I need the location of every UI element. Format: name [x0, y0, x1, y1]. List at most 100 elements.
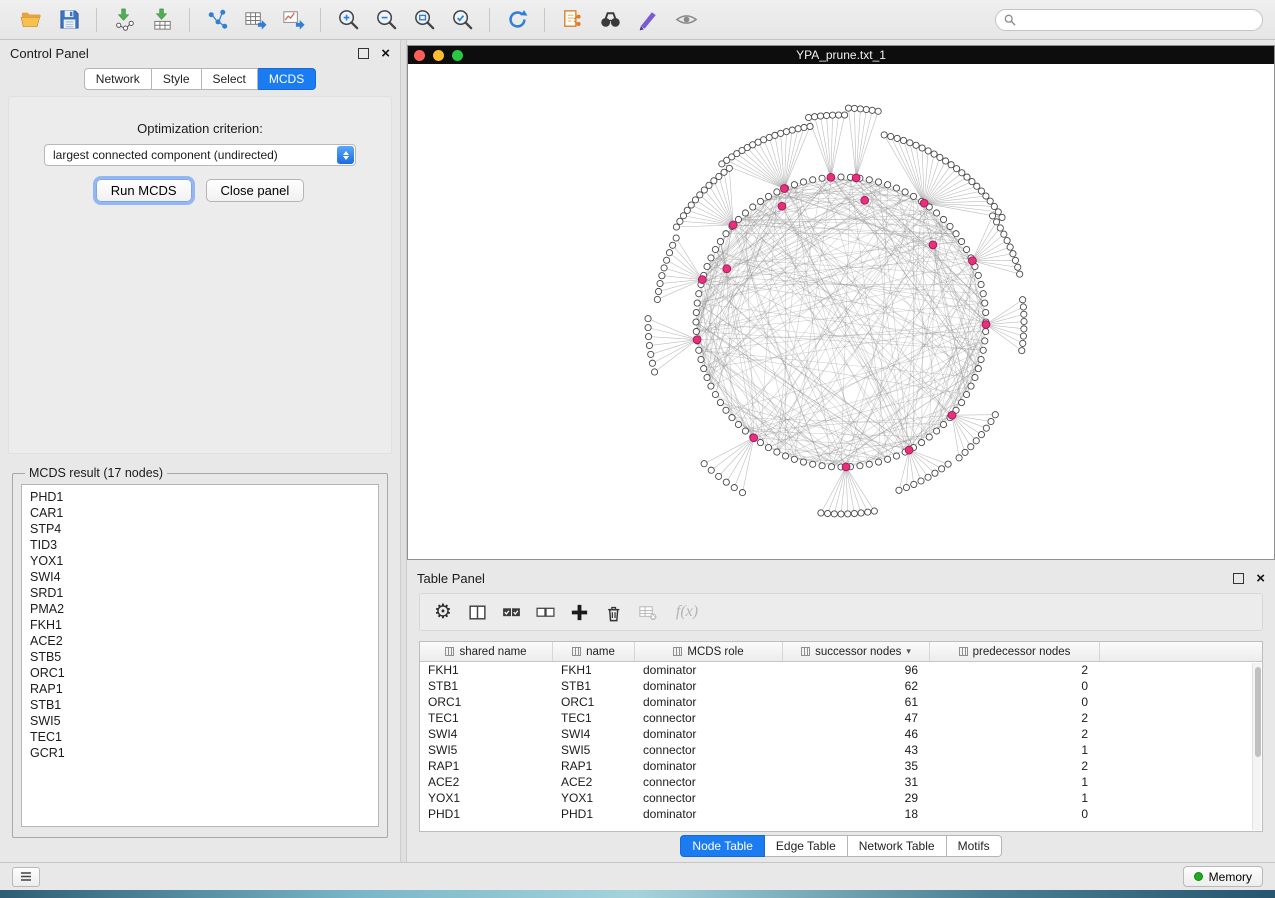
table-cell: connector	[635, 790, 783, 806]
mcds-result-item[interactable]: STP4	[30, 521, 370, 537]
column-label: name	[586, 646, 615, 658]
float-table-panel-button[interactable]	[1233, 573, 1244, 584]
table-scrollbar[interactable]	[1252, 663, 1261, 830]
close-table-panel-button[interactable]: ×	[1256, 573, 1265, 584]
mcds-result-list[interactable]: PHD1CAR1STP4TID3YOX1SWI4SRD1PMA2FKH1ACE2…	[21, 484, 379, 827]
function-builder-button[interactable]: f(x)	[666, 597, 708, 627]
table-row[interactable]: SWI4SWI4dominator462	[420, 726, 1262, 742]
function-builder-icon: f(x)	[676, 603, 698, 621]
maximize-window-button[interactable]	[452, 50, 463, 61]
network-canvas[interactable]	[408, 64, 1274, 559]
table-row[interactable]: TEC1TEC1connector472	[420, 710, 1262, 726]
table-cell: YOX1	[553, 790, 635, 806]
tab-select[interactable]: Select	[202, 68, 258, 90]
criterion-dropdown[interactable]: largest connected component (undirected)	[44, 144, 356, 166]
table-settings-button[interactable]: ⚙	[428, 597, 458, 627]
mcds-result-item[interactable]: ACE2	[30, 633, 370, 649]
export-network-button[interactable]	[201, 4, 233, 36]
column-header[interactable]: successor nodes▾	[783, 642, 930, 661]
panel-splitter[interactable]	[400, 40, 407, 862]
table-row[interactable]: SWI5SWI5connector431	[420, 742, 1262, 758]
column-header[interactable]: predecessor nodes	[930, 642, 1100, 661]
create-column-button[interactable]	[564, 597, 594, 627]
table-scrollbar-thumb[interactable]	[1255, 667, 1261, 757]
tab-node-table[interactable]: Node Table	[680, 835, 765, 857]
table-row[interactable]: YOX1YOX1connector291	[420, 790, 1262, 806]
column-label: predecessor nodes	[973, 646, 1071, 658]
mcds-result-item[interactable]: YOX1	[30, 553, 370, 569]
zoom-fit-button[interactable]	[408, 4, 440, 36]
mcds-result-item[interactable]: TID3	[30, 537, 370, 553]
clear-table-button[interactable]	[632, 597, 662, 627]
open-session-button[interactable]	[15, 4, 47, 36]
table-row[interactable]: ORC1ORC1dominator610	[420, 694, 1262, 710]
zoom-in-button[interactable]	[332, 4, 364, 36]
close-window-button[interactable]	[414, 50, 425, 61]
table-row[interactable]: RAP1RAP1dominator352	[420, 758, 1262, 774]
mcds-result-item[interactable]: PMA2	[30, 601, 370, 617]
export-table-button[interactable]	[239, 4, 271, 36]
deselect-all-button[interactable]	[530, 597, 560, 627]
table-row[interactable]: FKH1FKH1dominator962	[420, 662, 1262, 678]
run-mcds-button[interactable]: Run MCDS	[96, 179, 192, 202]
search-input[interactable]	[1022, 13, 1254, 27]
mcds-result-item[interactable]: FKH1	[30, 617, 370, 633]
tab-edge-table[interactable]: Edge Table	[765, 835, 848, 857]
float-panel-button[interactable]	[358, 48, 369, 59]
import-table-button[interactable]	[146, 4, 178, 36]
close-panel-button[interactable]: ×	[381, 48, 390, 59]
table-cell: 61	[783, 694, 930, 710]
show-graphics-button[interactable]	[670, 4, 702, 36]
mcds-result-item[interactable]: PHD1	[30, 489, 370, 505]
column-header[interactable]: shared name	[420, 642, 553, 661]
import-table-icon	[150, 7, 175, 32]
mcds-result-item[interactable]: SRD1	[30, 585, 370, 601]
delete-column-button[interactable]	[598, 597, 628, 627]
zoom-out-button[interactable]	[370, 4, 402, 36]
column-grid-icon	[673, 647, 682, 656]
mcds-result-item[interactable]: GCR1	[30, 745, 370, 761]
table-row[interactable]: STB1STB1dominator620	[420, 678, 1262, 694]
table-row[interactable]: ACE2ACE2connector311	[420, 774, 1262, 790]
zoom-in-icon	[336, 7, 361, 32]
save-session-button[interactable]	[53, 4, 85, 36]
memory-button[interactable]: Memory	[1183, 866, 1263, 887]
mcds-result-item[interactable]: RAP1	[30, 681, 370, 697]
tab-network[interactable]: Network	[84, 68, 152, 90]
import-network-button[interactable]	[108, 4, 140, 36]
network-window-titlebar[interactable]: YPA_prune.txt_1	[408, 46, 1274, 64]
node-table-header: shared name name MCDS rolesuccessor nodes▾…	[420, 642, 1262, 662]
table-row[interactable]: PHD1PHD1dominator180	[420, 806, 1262, 822]
column-header[interactable]: MCDS role	[635, 642, 783, 661]
mcds-result-item[interactable]: STB1	[30, 697, 370, 713]
mcds-result-item[interactable]: SWI5	[30, 713, 370, 729]
refresh-view-button[interactable]	[501, 4, 533, 36]
column-header[interactable]: name	[553, 642, 635, 661]
minimize-window-button[interactable]	[433, 50, 444, 61]
apply-style-button[interactable]	[632, 4, 664, 36]
export-document-button[interactable]	[556, 4, 588, 36]
status-menu-button[interactable]	[12, 867, 40, 887]
sort-indicator-icon[interactable]: ▾	[906, 646, 911, 657]
close-mcds-panel-button[interactable]: Close panel	[206, 179, 305, 202]
application-window: Control Panel × NetworkStyleSelectMCDS O…	[0, 0, 1275, 898]
export-image-button[interactable]	[277, 4, 309, 36]
table-cell: STB1	[553, 678, 635, 694]
tab-network-table[interactable]: Network Table	[848, 835, 947, 857]
mcds-result-item[interactable]: STB5	[30, 649, 370, 665]
mcds-result-item[interactable]: SWI4	[30, 569, 370, 585]
tab-style[interactable]: Style	[152, 68, 202, 90]
table-cell: 2	[930, 726, 1100, 742]
tab-motifs[interactable]: Motifs	[947, 835, 1002, 857]
column-header-filler	[1100, 642, 1262, 661]
tab-mcds[interactable]: MCDS	[258, 68, 316, 90]
zoom-selected-button[interactable]	[446, 4, 478, 36]
find-button[interactable]	[594, 4, 626, 36]
table-cell: YOX1	[420, 790, 553, 806]
show-columns-button[interactable]	[462, 597, 492, 627]
mcds-result-item[interactable]: CAR1	[30, 505, 370, 521]
mcds-result-item[interactable]: TEC1	[30, 729, 370, 745]
select-all-button[interactable]	[496, 597, 526, 627]
table-cell: 47	[783, 710, 930, 726]
mcds-result-item[interactable]: ORC1	[30, 665, 370, 681]
